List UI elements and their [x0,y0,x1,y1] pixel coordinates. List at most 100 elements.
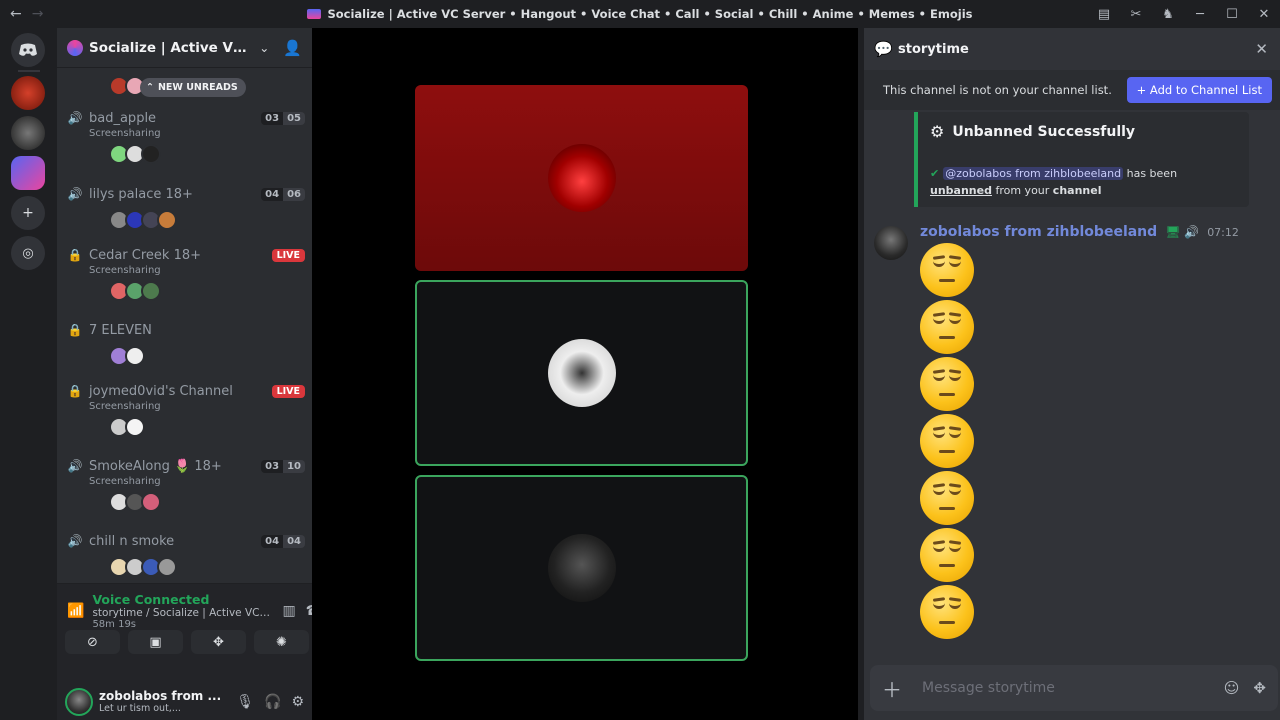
chat-header: 💬 storytime ✕ [864,28,1280,70]
member-avatar[interactable] [141,281,161,301]
signal-strength-icon[interactable]: 📶 [67,603,84,619]
speaker-icon: 🔊 [67,459,83,473]
custom-status: Let ur tism out,... [99,703,181,714]
notice-text: This channel is not on your channel list… [883,83,1112,97]
user-count-badge: 04 04 [261,534,305,548]
close-icon[interactable]: ✕ [1255,40,1268,58]
member-avatar[interactable] [141,144,161,164]
member-avatar[interactable] [125,417,145,437]
voice-channel-name: bad_apple [89,110,157,126]
voice-status[interactable]: Voice Connected [92,592,272,607]
minimize-button[interactable]: ─ [1184,7,1216,22]
relieved-face-emoji[interactable] [920,357,974,411]
lock-icon: 🔒 [67,323,83,337]
video-tile-red[interactable] [415,85,748,271]
relieved-face-emoji[interactable] [920,414,974,468]
channel-members [109,417,305,437]
explore-compass-icon[interactable]: ◎ [11,236,45,270]
add-server-icon[interactable]: + [11,196,45,230]
back-arrow-icon[interactable]: ← [10,6,22,22]
rail-divider [18,70,40,72]
channel-members [109,144,305,164]
tools-icon[interactable]: ✂ [1120,7,1152,22]
speaker-icon: 🔊 [67,111,83,125]
voice-channel[interactable]: 🔒 7 ELEVEN [65,320,305,366]
video-tile-speaking[interactable] [415,280,748,466]
home-discord-icon[interactable] [11,33,45,67]
voice-elapsed: 58m 19s [92,619,137,630]
embed-body: ✔ @zobolabos from zihblobeeland has been … [930,167,1178,197]
user-count-badge: 03 10 [261,459,305,473]
voice-channel[interactable]: 🔊 chill n smoke 04 04 [65,531,305,577]
relieved-face-emoji[interactable] [920,585,974,639]
invite-people-icon[interactable]: 👤 [283,39,302,57]
microphone-icon[interactable]: 🎙 [236,694,254,710]
voice-channel-name: lilys palace 18+ [89,186,193,202]
message-time: 07:12 [1207,225,1239,239]
channel-members [109,346,305,366]
channel-members [109,281,305,301]
channel-list-notice: This channel is not on your channel list… [864,70,1280,110]
bot-embed: ⚙ Unbanned Successfully ✔ @zobolabos from… [914,112,1249,207]
voice-channel[interactable]: 🔒 Cedar Creek 18+ LIVE Screensharing [65,245,305,301]
voice-channel-name: 7 ELEVEN [89,322,152,338]
relieved-face-emoji[interactable] [920,300,974,354]
camera-off-button[interactable]: ⊘ [65,630,120,654]
title-bar: ← → Socialize | Active VC Server • Hango… [0,0,1280,28]
server-avatar-red[interactable] [11,76,45,110]
add-to-channel-list-button[interactable]: + Add to Channel List [1126,77,1272,103]
settings-gear-icon[interactable]: ⚙ [291,694,304,710]
emoji-stack [920,243,974,642]
participant-avatar [547,144,616,212]
screen-voice-icons: 🖥 🔊 [1165,225,1200,239]
inbox-icon[interactable]: ▤ [1088,7,1120,22]
headphones-icon[interactable]: 🎧 [264,694,281,710]
chevron-down-icon[interactable]: ⌄ [259,41,269,55]
member-avatar[interactable] [141,492,161,512]
message-input[interactable] [922,680,1210,696]
voice-channel[interactable]: 🔊 lilys palace 18+ 04 06 [65,184,305,230]
author-avatar[interactable] [874,226,908,260]
voice-location[interactable]: storytime / Socialize | Active VC Serv..… [92,607,272,619]
relieved-face-emoji[interactable] [920,471,974,525]
forward-arrow-icon[interactable]: → [32,6,44,22]
video-tile-speaking-2[interactable] [415,475,748,661]
channel-members [109,492,305,512]
attach-plus-icon[interactable]: ＋ [882,674,906,703]
message-author[interactable]: zobolabos from zihblobeeland [920,224,1157,240]
help-mascot-icon[interactable]: ♞ [1152,7,1184,22]
user-mention[interactable]: @zobolabos from zihblobeeland [943,167,1124,180]
activities-button[interactable]: ✥ [191,630,246,654]
voice-channel[interactable]: 🔊 bad_apple 03 05 Screensharing [65,108,305,164]
username[interactable]: zobolabos from ... [99,689,226,703]
relieved-face-emoji[interactable] [920,528,974,582]
channel-activity: Screensharing [89,265,161,276]
server-rail: + ◎ [0,28,57,720]
chat-bubble-icon: 💬 [874,40,893,58]
history-nav: ← → [0,6,43,22]
screen-share-button[interactable]: ▣ [128,630,183,654]
member-avatar[interactable] [157,557,177,577]
emoji-picker-icon[interactable]: ☺ [1224,679,1240,697]
participant-avatar [547,534,616,602]
apps-icon[interactable]: ✥ [1253,679,1266,697]
server-avatar-grey[interactable] [11,116,45,150]
close-window-button[interactable]: ✕ [1248,7,1280,22]
server-header[interactable]: Socialize | Active VC Ser... ⌄ 👤 [57,28,312,68]
user-avatar[interactable] [65,687,93,716]
video-stage [312,28,858,720]
channel-sidebar: Socialize | Active VC Ser... ⌄ 👤 ⌃ NEW U… [57,28,323,720]
member-avatar[interactable] [125,346,145,366]
voice-channel[interactable]: 🔊 SmokeAlong 🌷 18+ 03 10 Screensharing [65,456,305,512]
maximize-button[interactable]: ☐ [1216,7,1248,22]
chevron-up-icon: ⌃ [146,82,154,93]
noise-suppression-icon[interactable]: ▥ [282,603,295,619]
speaker-icon: 🔊 [67,534,83,548]
voice-channel[interactable]: 🔒 joymed0vid's Channel LIVE Screensharin… [65,381,305,437]
relieved-face-emoji[interactable] [920,243,974,297]
server-avatar-socialize[interactable] [11,156,45,190]
soundboard-button[interactable]: ✺ [254,630,309,654]
voice-channel-name: chill n smoke [89,533,175,549]
new-unreads-pill[interactable]: ⌃ NEW UNREADS [140,78,246,97]
member-avatar[interactable] [157,210,177,230]
